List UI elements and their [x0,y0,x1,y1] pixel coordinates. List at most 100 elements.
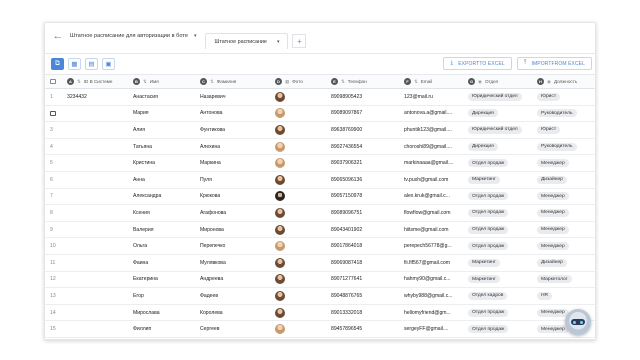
table-row[interactable]: 3 Алия Фунтикова 89638769900 phuntik123@gmai… [45,122,595,139]
column-header-position[interactable]: H ◉ Должность [537,75,595,88]
cell-name[interactable]: Татьяна [133,139,199,155]
table-row[interactable]: 11 Фаина Мулявкова 89069087418 fii.fif567@gm… [45,255,595,272]
cell-name[interactable]: Мария [133,106,199,122]
cell-id[interactable] [67,288,127,304]
table-row[interactable]: 10 Ольга Перепечко 89017864018 perepech56778… [45,238,595,255]
cell-id[interactable] [67,122,127,138]
table-row[interactable]: 5 Кристина Маркина 89037906321 markinaaaa@gm… [45,155,595,172]
cell-email[interactable]: sergeyFF@gmail.... [404,321,467,337]
title-dropdown-icon[interactable]: ▾ [194,33,197,39]
cell-id[interactable] [67,321,127,337]
column-header-email[interactable]: F ⇅ Email [404,75,467,88]
tab-dropdown-icon[interactable]: ▾ [277,39,280,45]
cell-phone[interactable]: 89098905423 [331,89,403,105]
cell-position[interactable]: Руководитель [537,106,595,122]
cell-email[interactable]: flowflow@gmail.com [404,205,467,221]
cell-name[interactable]: Екатерина [133,272,199,288]
table-row[interactable]: 1 3234432 Анастасия Назаревич 89098905423 123… [45,89,595,106]
column-header-department[interactable]: G ◉ Отдел [468,75,536,88]
cell-department[interactable]: Маркетинг [468,255,536,271]
tab-staff-schedule[interactable]: Штатное расписание ▾ [205,33,289,49]
cell-department[interactable]: Отдел продаж [468,305,536,321]
cell-phone[interactable]: 89069087418 [331,255,403,271]
assistant-bot-icon[interactable] [565,309,591,335]
cell-email[interactable]: choroshi89@gmail.... [404,139,467,155]
cell-surname[interactable]: Мулявкова [200,255,274,271]
cell-surname[interactable]: Миронова [200,222,274,238]
cell-photo[interactable] [275,321,325,337]
cell-name[interactable]: Анна [133,172,199,188]
cell-position[interactable]: Руководитель [537,139,595,155]
table-row[interactable]: 8 Ксения Агафонова 89089096751 flowflow@gmai… [45,205,595,222]
cell-id[interactable] [67,222,127,238]
cell-email[interactable]: tv.push@gmail.com [404,172,467,188]
cell-position[interactable]: Маркетолог [537,272,595,288]
cell-photo[interactable] [275,288,325,304]
table-row[interactable]: 12 Екатерина Андреева 89071277641 hahmy90@gm… [45,272,595,289]
cell-photo[interactable] [275,305,325,321]
cell-phone[interactable]: 89027436554 [331,139,403,155]
cell-position[interactable]: Менеджер [537,189,595,205]
cell-photo[interactable] [275,255,325,271]
cell-name[interactable]: Филлип [133,321,199,337]
cell-department[interactable]: Маркетинг [468,272,536,288]
cell-department[interactable]: Отдел продаж [468,189,536,205]
add-tab-icon[interactable]: + [292,34,307,48]
cell-phone[interactable]: 89065096136 [331,172,403,188]
cell-position[interactable]: Менеджер [537,238,595,254]
cell-position[interactable]: Дизайнер [537,255,595,271]
cell-phone[interactable]: 89638769900 [331,122,403,138]
cell-id[interactable] [67,139,127,155]
cell-photo[interactable] [275,222,325,238]
cell-department[interactable]: Дирекция [468,106,536,122]
table-row[interactable]: 6 Анна Пуля 89065096136 tv.push@gmail.com Мар… [45,172,595,189]
cell-department[interactable]: Дирекция [468,139,536,155]
cell-surname[interactable]: Назаревич [200,89,274,105]
column-header-surname[interactable]: C ⇅ Фамилия [200,75,274,88]
cell-phone[interactable]: 89071277641 [331,272,403,288]
cell-name[interactable]: Алия [133,122,199,138]
cell-photo[interactable] [275,122,325,138]
cell-email[interactable]: phuntik123@gmail.... [404,122,467,138]
cell-surname[interactable]: Маркина [200,155,274,171]
column-header-id[interactable]: A ⇅ ID В Системе [67,75,127,88]
cell-id[interactable] [67,106,127,122]
cell-email[interactable]: alex.kruk@gmail.c... [404,189,467,205]
cell-id[interactable] [67,189,127,205]
copy-icon[interactable]: ⧉ [51,57,64,70]
cell-surname[interactable]: Пуля [200,172,274,188]
back-arrow-icon[interactable]: ← [48,26,68,46]
cell-name[interactable]: Кристина [133,155,199,171]
cell-surname[interactable]: Антонова [200,106,274,122]
cell-surname[interactable]: Королева [200,305,274,321]
cell-position[interactable]: Менеджер [537,222,595,238]
cell-email[interactable]: antonova.a@gmail.... [404,106,467,122]
cell-department[interactable]: Маркетинг [468,172,536,188]
table-row[interactable]: 15 Филлип Сергеев 89457896545 sergeyFF@gmail… [45,321,595,338]
cell-department[interactable]: Юридический отдел [468,122,536,138]
import-excel-button[interactable]: ⤒ IMPORTFROM EXCEL [516,57,592,70]
cell-email[interactable]: hellomyfriend@gm... [404,305,467,321]
cell-photo[interactable] [275,106,325,122]
cell-department[interactable]: Отдел продаж [468,205,536,221]
cell-email[interactable]: whyby988@gmail.c... [404,288,467,304]
cell-department[interactable]: Юридический отдел [468,89,536,105]
cell-name[interactable]: Анастасия [133,89,199,105]
cell-phone[interactable]: 89037906321 [331,155,403,171]
cell-id[interactable]: 3234432 [67,89,127,105]
form-view-icon[interactable]: ▣ [102,57,115,70]
cell-department[interactable]: Отдел продаж [468,155,536,171]
select-all-checkbox[interactable] [50,75,60,88]
cell-surname[interactable]: Фадеев [200,288,274,304]
cell-photo[interactable] [275,238,325,254]
cell-surname[interactable]: Фунтикова [200,122,274,138]
cell-position[interactable]: Менеджер [537,205,595,221]
cell-position[interactable]: Юрист [537,122,595,138]
cell-id[interactable] [67,272,127,288]
cell-surname[interactable]: Перепечко [200,238,274,254]
table-row[interactable]: 7 Александра Крюкова 89057150978 alex.kruk@g… [45,189,595,206]
cell-email[interactable]: 123@mail.ru [404,89,467,105]
cell-phone[interactable]: 89043401902 [331,222,403,238]
calendar-view-icon[interactable]: ▤ [85,57,98,70]
column-header-name[interactable]: B ⇅ Имя [133,75,199,88]
